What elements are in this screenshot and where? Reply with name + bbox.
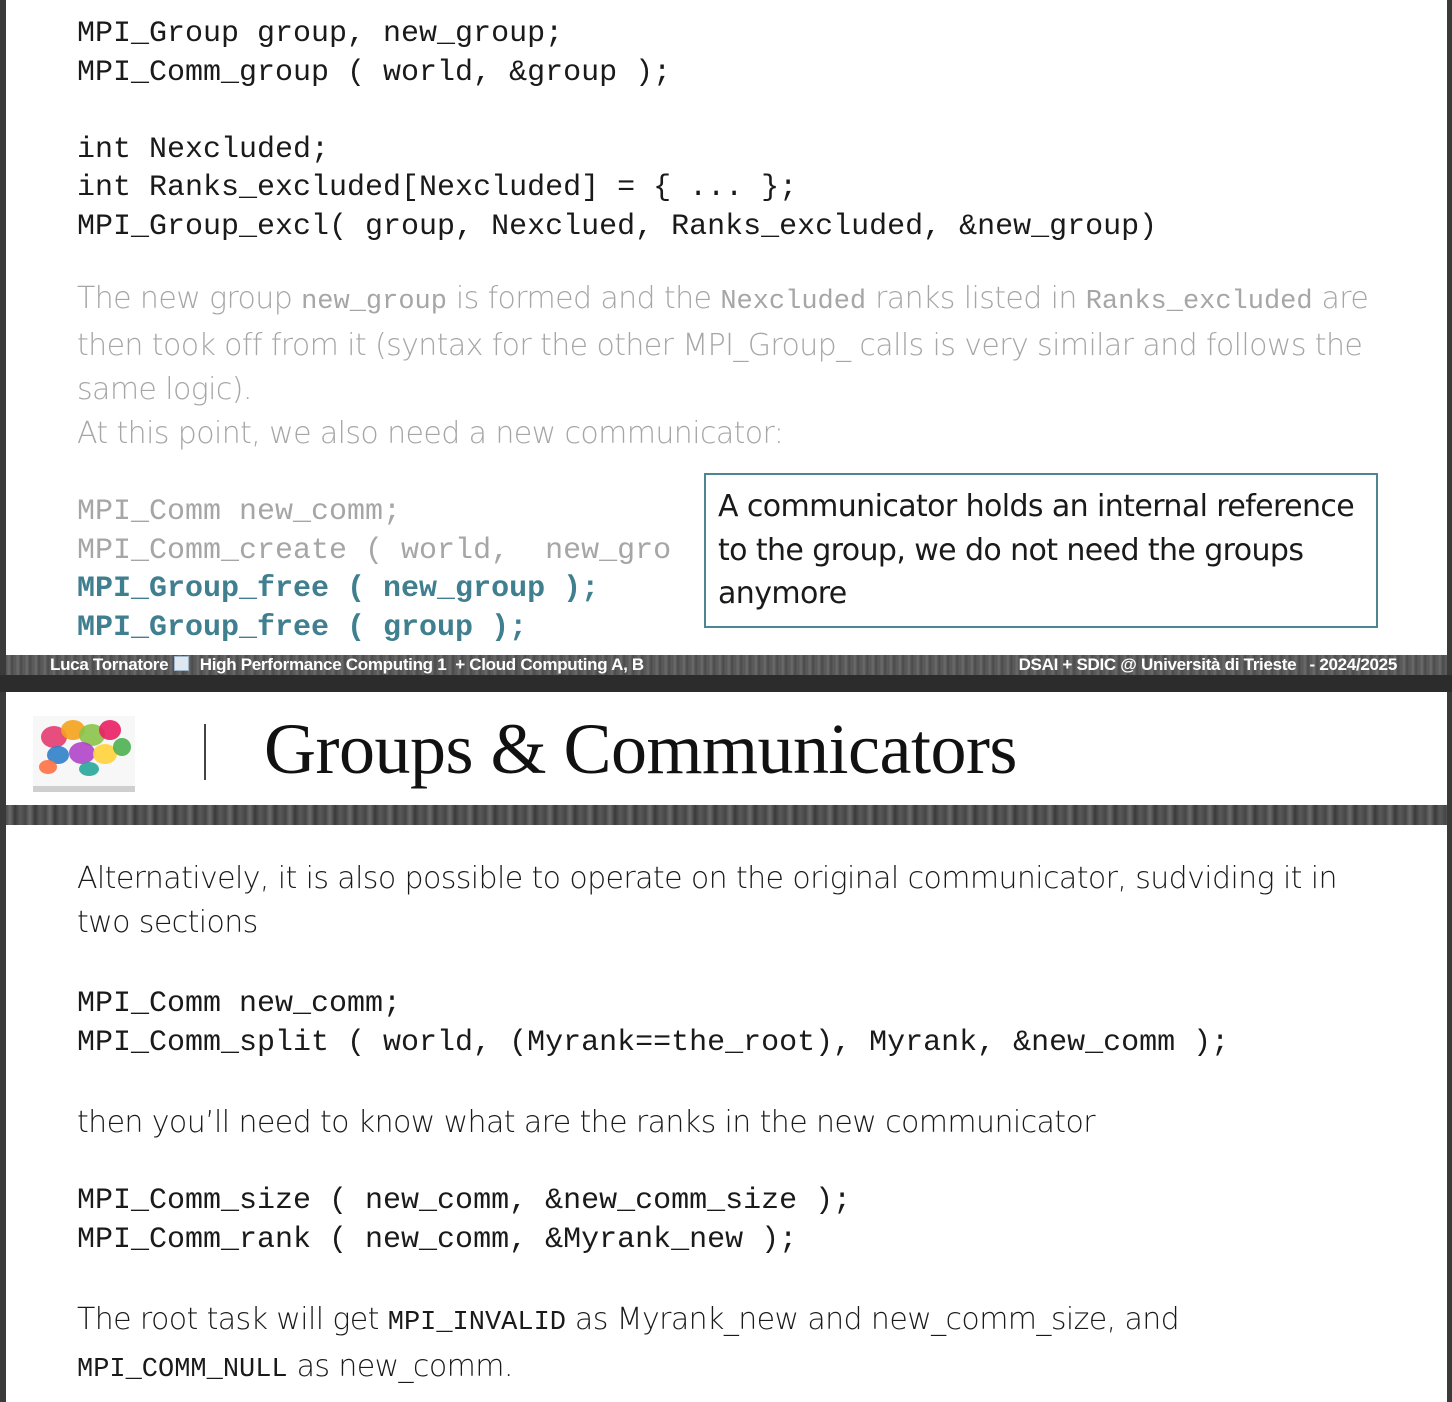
speech-bubbles-logo-icon	[33, 716, 135, 792]
code-line: MPI_Comm_split ( world, (Myrank==the_roo…	[77, 1025, 1230, 1060]
inline-code-mpi-invalid: MPI_INVALID	[387, 1308, 566, 1338]
code-line: int Ranks_excluded[Nexcluded] = { ... };	[77, 171, 798, 205]
code-line: MPI_Comm_group ( world, &group );	[77, 55, 672, 90]
code-block-size-rank: MPI_Comm_size ( new_comm, &new_comm_size…	[77, 1182, 851, 1259]
title-separator	[204, 724, 206, 780]
intro-paragraph: Alternatively, it is also possible to op…	[77, 861, 1338, 940]
callout-box: A communicator holds an internal referen…	[704, 473, 1378, 628]
code-line: MPI_Comm new_comm;	[77, 987, 402, 1021]
code-line: MPI_Comm_size ( new_comm, &new_comm_size…	[77, 1184, 852, 1218]
slide-title: Groups & Communicators	[264, 709, 1017, 789]
communicator-intro: At this point, we also need a new commun…	[77, 416, 784, 451]
code-line: MPI_Comm_rank ( new_comm, &Myrank_new );	[77, 1222, 798, 1257]
code-line: MPI_Group_excl( group, Nexclued, Ranks_e…	[77, 209, 1158, 244]
slide-current: Groups & Communicators Alternatively, it…	[6, 692, 1447, 1402]
slide-footer: Luca Tornatore High Performance Computin…	[6, 655, 1447, 675]
inline-code-mpi-comm-null: MPI_COMM_NULL	[77, 1355, 288, 1385]
footer-institution: DSAI + SDIC @ Università di Trieste - 20…	[1018, 655, 1398, 674]
root-task-paragraph: The root task will get MPI_INVALID as My…	[77, 1302, 1180, 1385]
code-block-comm-split: MPI_Comm new_comm; MPI_Comm_split ( world…	[77, 985, 1229, 1062]
inline-code-ranks-excluded: Ranks_excluded	[1085, 287, 1313, 317]
code-line-highlighted: MPI_Group_free ( group );	[77, 610, 528, 645]
slide-gap	[0, 675, 1452, 692]
footer-course: High Performance Computing 1 + Cloud Com…	[199, 655, 645, 674]
code-line: int Nexcluded;	[77, 132, 330, 167]
code-line: MPI_Group group, new_group;	[77, 17, 564, 51]
code-line-highlighted: MPI_Group_free ( new_group );	[77, 572, 600, 606]
image-icon	[174, 656, 190, 671]
title-wood-band	[6, 805, 1447, 825]
footer-author: Luca Tornatore	[50, 655, 169, 674]
code-line: MPI_Comm new_comm;	[77, 495, 402, 529]
inline-code-new-group: new_group	[301, 287, 447, 317]
explanation-paragraph: The new group new_group is formed and th…	[77, 281, 1369, 451]
code-line: MPI_Comm_create ( world, new_gro	[77, 533, 672, 568]
code-block-group-excl: MPI_Group group, new_group; MPI_Comm_grou…	[77, 15, 1157, 246]
code-block-comm-create: MPI_Comm new_comm; MPI_Comm_create ( worl…	[77, 493, 671, 647]
inline-code-nexcluded: Nexcluded	[720, 287, 867, 317]
ranks-paragraph: then you’ll need to know what are the ra…	[77, 1105, 1096, 1140]
slide-previous: MPI_Group group, new_group; MPI_Comm_grou…	[6, 0, 1447, 655]
